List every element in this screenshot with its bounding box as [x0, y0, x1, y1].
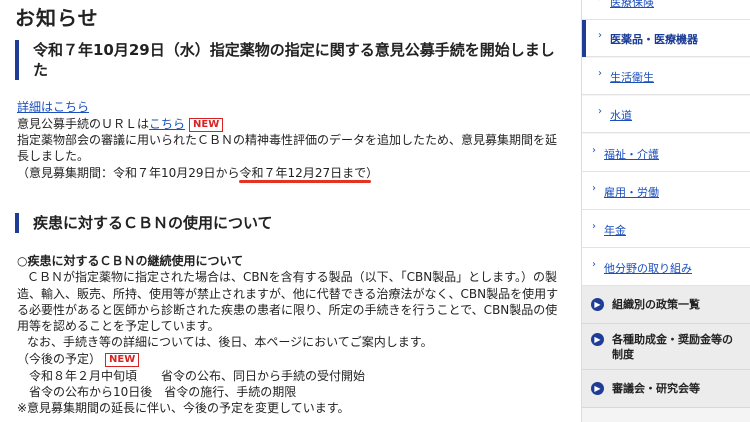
notice-heading-line1: 令和７年10月29日（水）指定薬物の指定に関する意見公募手続を開始しまし — [33, 41, 555, 59]
sidebar-block-policies-by-org[interactable]: ▶ 組織別の政策一覧 — [582, 286, 750, 324]
chevron-right-icon: › — [598, 0, 602, 4]
sidebar-section-label: 年金 — [604, 224, 626, 237]
chevron-right-icon: › — [598, 68, 602, 79]
comment-period: （意見募集期間：令和７年10月29日から令和７年12月27日まで） — [17, 165, 378, 181]
arrow-circle-icon: ▶ — [591, 382, 604, 395]
schedule-label-line: （今後の予定） NEW — [17, 351, 140, 367]
sidebar-block-label: 各種助成金・奨励金等の制度 — [612, 333, 733, 361]
description-line2: 長しました。 — [17, 149, 90, 163]
sidebar-block-grants[interactable]: ▶ 各種助成金・奨励金等の制度 — [582, 324, 750, 370]
sidebar-section-label: 福祉・介護 — [604, 148, 659, 161]
page-title: お知らせ — [15, 6, 99, 30]
sidebar-section-label: 雇用・労働 — [604, 186, 659, 199]
body-line3: る必要性があると医師から診断された疾患の患者に限り、所定の手続きを行うことで、C… — [17, 303, 558, 317]
body-line2: 造、輸入、販売、所持、使用等が禁止されますが、他に代替できる治療法がなく、CBN… — [17, 287, 559, 301]
new-badge: NEW — [105, 353, 140, 367]
notice-heading-cbn-use: 疾患に対するＣＢＮの使用について — [15, 213, 563, 233]
sidebar-item-label: 医薬品・医療機器 — [610, 33, 698, 46]
sidebar-item-label: 水道 — [610, 109, 632, 122]
sidebar-item-medical-insurance[interactable]: › 医療保険 — [582, 0, 750, 20]
sidebar-block-label: 審議会・研究会等 — [612, 382, 700, 395]
sidebar-item-living-hygiene[interactable]: › 生活衛生 — [582, 58, 750, 95]
sidebar-item-label: 生活衛生 — [610, 71, 654, 84]
body-line1: ＣＢＮが指定薬物に指定された場合は、CBNを含有する製品（以下、「CBN製品」と… — [27, 270, 557, 284]
notice-heading-cbn-comment: 令和７年10月29日（水）指定薬物の指定に関する意見公募手続を開始しまし た — [15, 40, 563, 80]
chevron-right-icon: › — [592, 259, 596, 270]
sidebar-section-welfare[interactable]: › 福祉・介護 — [582, 134, 750, 172]
schedule-note: ※意見募集期間の延長に伴い、今後の予定を変更しています。 — [17, 401, 350, 415]
sub-heading: ○疾患に対するＣＢＮの継続使用について — [17, 254, 244, 268]
chevron-right-icon: › — [592, 221, 596, 232]
highlight-underline — [239, 180, 371, 183]
period-close: ） — [366, 166, 379, 180]
new-badge: NEW — [189, 118, 224, 132]
arrow-circle-icon: ▶ — [591, 298, 604, 311]
arrow-circle-icon: ▶ — [591, 333, 604, 346]
period-prefix: （意見募集期間：令和７年10月29日から — [17, 166, 240, 180]
chevron-right-icon: › — [592, 145, 596, 156]
sidebar-section-label: 他分野の取り組み — [604, 262, 692, 275]
sidebar-section-other-fields[interactable]: › 他分野の取り組み — [582, 248, 750, 286]
sidebar-item-label: 医療保険 — [610, 0, 654, 9]
sidebar-block-label: 組織別の政策一覧 — [612, 298, 700, 311]
schedule-line2: 省令の公布から10日後 省令の施行、手続の期限 — [29, 385, 297, 399]
chevron-right-icon: › — [598, 30, 602, 41]
notice-heading-line2: た — [33, 61, 49, 79]
url-link[interactable]: こちら — [149, 117, 185, 131]
sidebar-section-pension[interactable]: › 年金 — [582, 210, 750, 248]
sidebar-nav: › 医療保険 › 医薬品・医療機器 › 生活衛生 › 水道 › 福祉・介護 › … — [581, 0, 750, 422]
schedule-line1: 令和８年２月中旬頃 省令の公布、同日から手続の受付開始 — [29, 369, 366, 383]
description-line1: 指定薬物部会の審議に用いられたＣＢＮの精神毒性評価のデータを追加したため、意見募… — [17, 133, 558, 147]
body-line4: 用等を認めることを予定しています。 — [17, 319, 220, 333]
url-prefix: 意見公募手続のＵＲＬは — [17, 117, 150, 131]
chevron-right-icon: › — [598, 106, 602, 117]
main-content: お知らせ 令和７年10月29日（水）指定薬物の指定に関する意見公募手続を開始しま… — [0, 0, 575, 422]
sidebar-item-water[interactable]: › 水道 — [582, 96, 750, 133]
detail-link[interactable]: 詳細はこちら — [17, 100, 89, 114]
sidebar-block-councils[interactable]: ▶ 審議会・研究会等 — [582, 370, 750, 408]
body-line5: なお、手続き等の詳細については、後日、本ページにおいてご案内します。 — [27, 335, 433, 349]
schedule-label: （今後の予定） — [17, 352, 102, 366]
sidebar-item-pharma-devices[interactable]: › 医薬品・医療機器 — [582, 20, 750, 57]
chevron-right-icon: › — [592, 183, 596, 194]
sidebar-section-employment[interactable]: › 雇用・労働 — [582, 172, 750, 210]
period-end: 令和７年12月27日まで — [239, 166, 367, 180]
url-line: 意見公募手続のＵＲＬはこちら NEW — [17, 116, 224, 132]
